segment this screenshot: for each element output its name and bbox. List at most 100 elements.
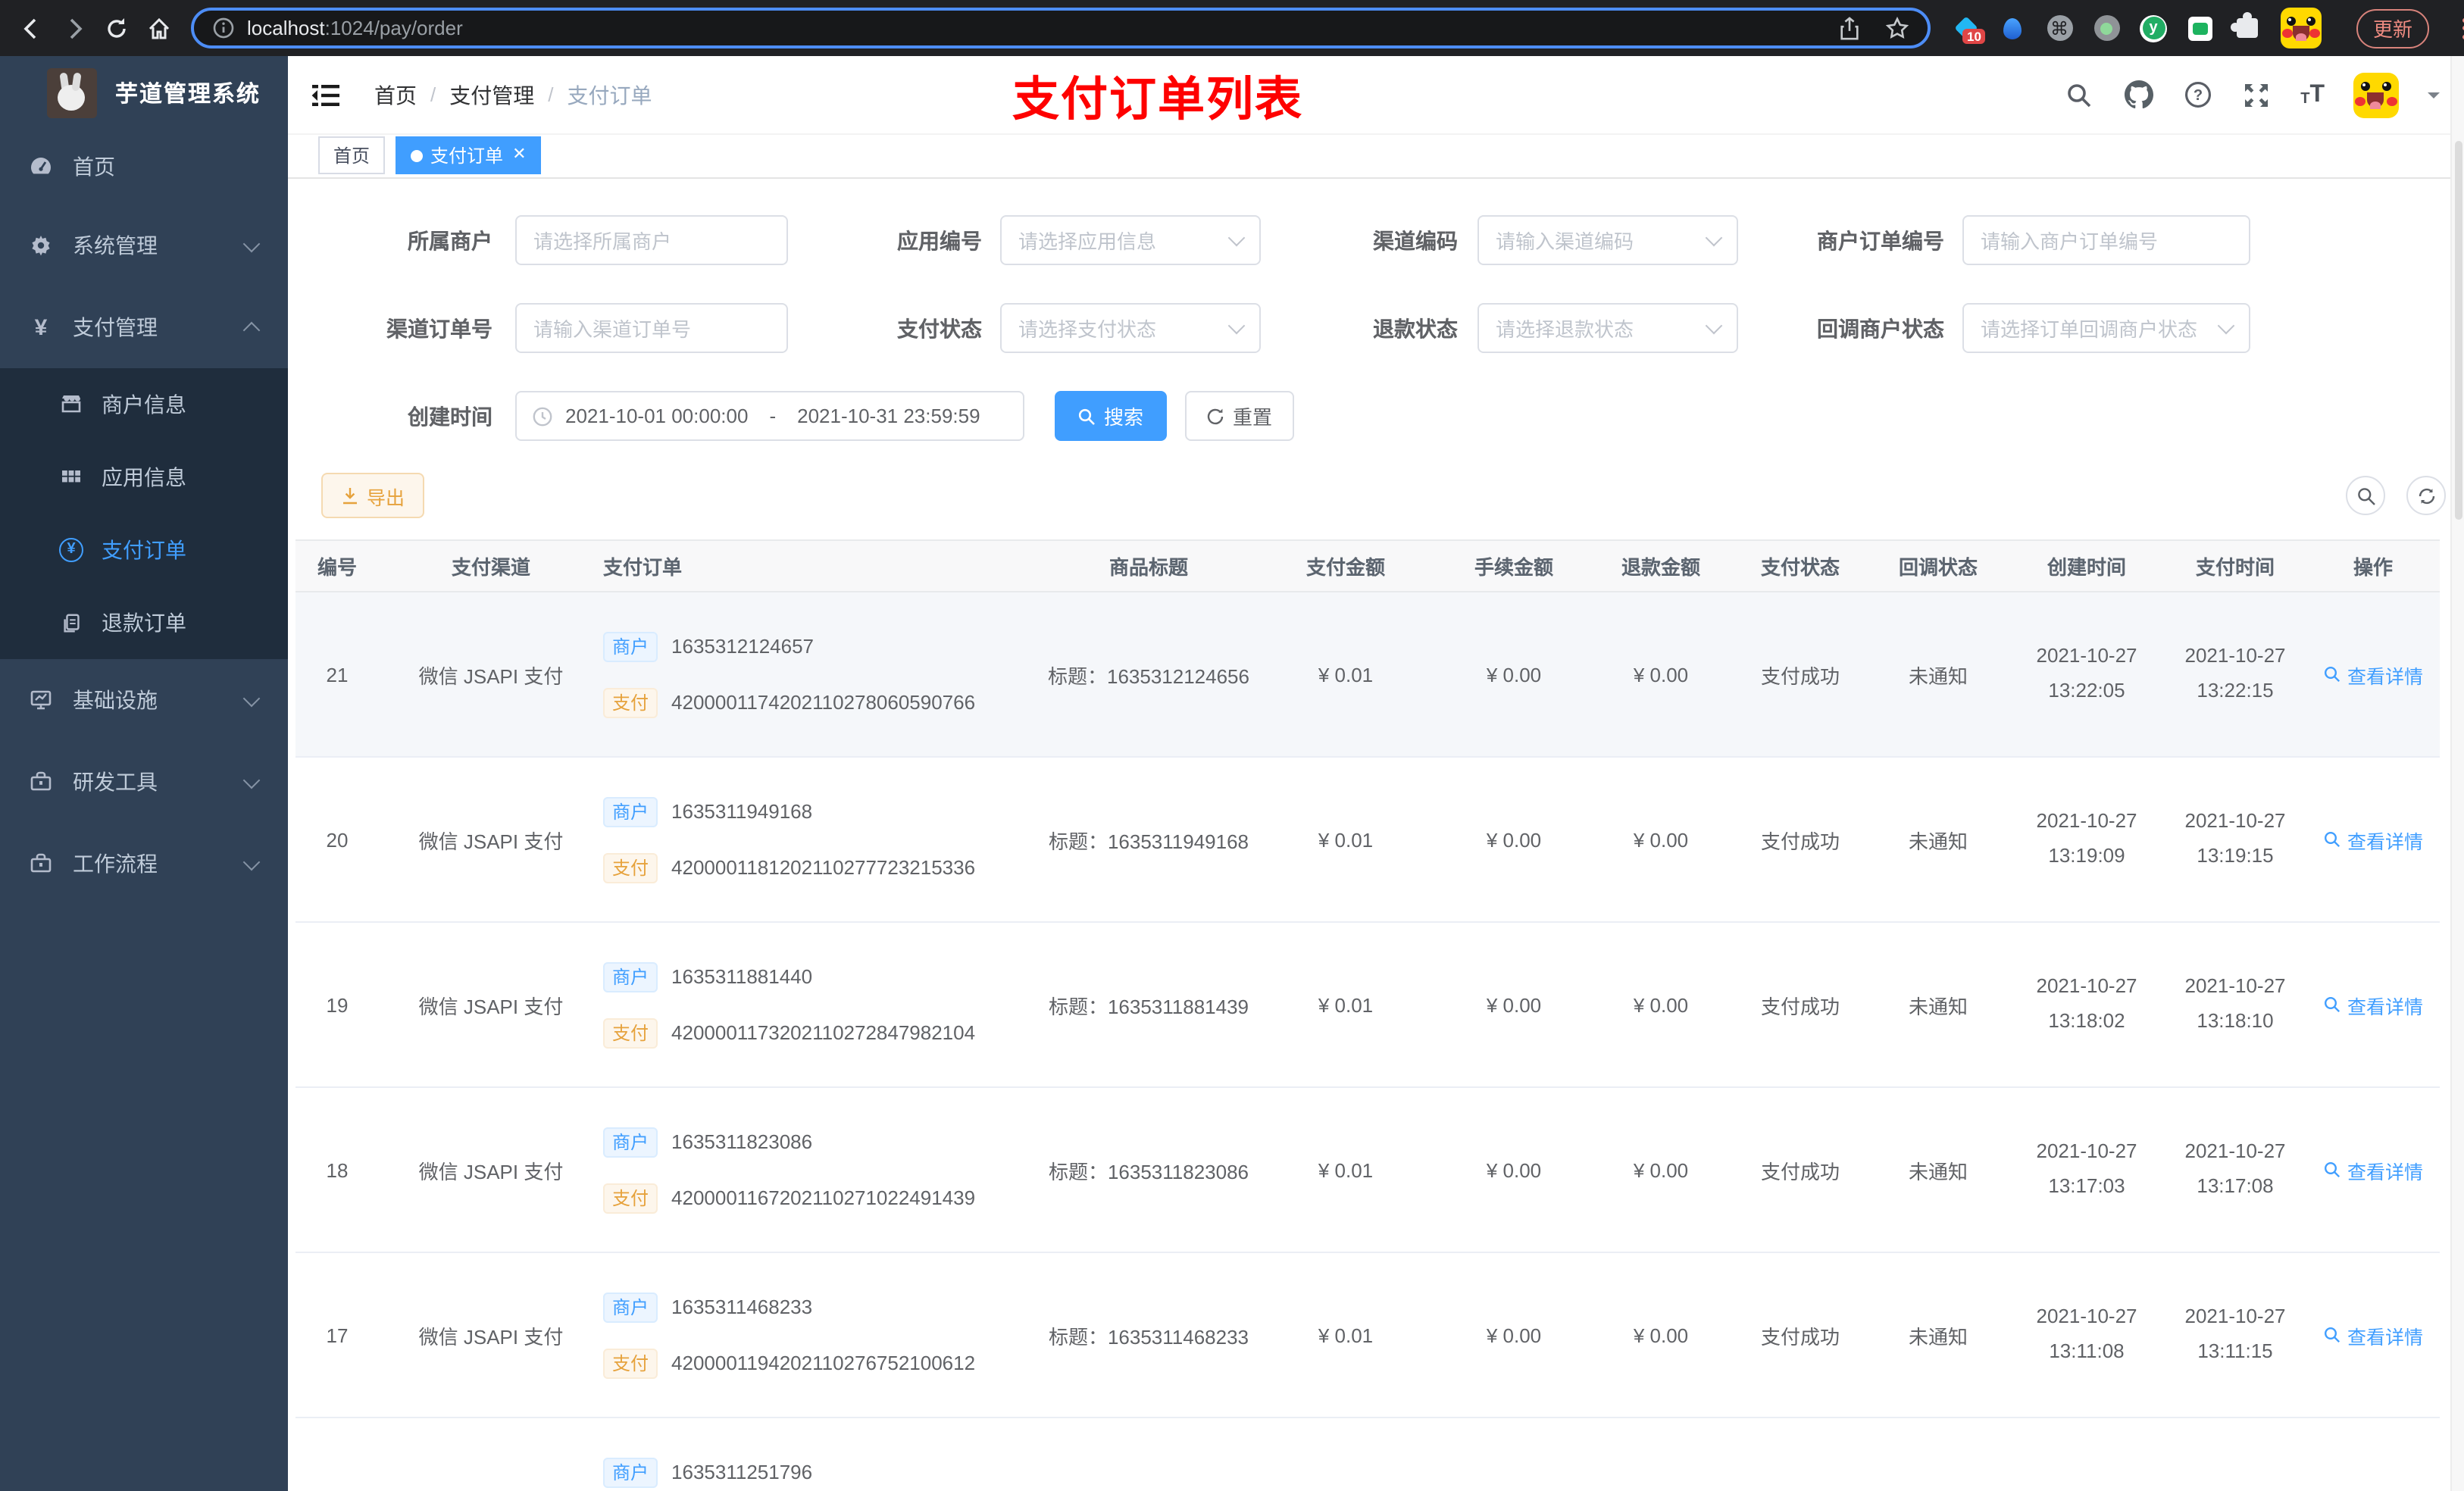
merchant-tag: 商户 [603, 631, 658, 661]
channel-pay-no: 4200001194202110276752100612 [671, 1352, 976, 1374]
sidebar-item-refund-order[interactable]: 退款订单 [0, 586, 288, 659]
app-no-select[interactable]: 请选择应用信息 [1000, 215, 1261, 265]
browser-home-button[interactable] [142, 11, 176, 45]
magnifier-icon [2324, 1327, 2340, 1343]
channel-code-select[interactable]: 请输入渠道编码 [1477, 215, 1738, 265]
browser-profile-avatar[interactable] [2281, 8, 2322, 48]
extension-y-icon[interactable]: y [2140, 14, 2167, 42]
filter-label: 商户订单编号 [1817, 228, 1944, 252]
extension-command-icon[interactable]: ⌘ [2046, 14, 2073, 42]
pay-status: 支付成功 [1760, 995, 1840, 1017]
filter-label: 应用编号 [897, 228, 982, 252]
sidebar-item-home[interactable]: 首页 [0, 129, 288, 205]
tab-home[interactable]: 首页 [318, 136, 386, 174]
sidebar-item-workflow[interactable]: 工作流程 [0, 823, 288, 905]
merchant-order-no: 1635312124657 [671, 635, 815, 658]
share-icon[interactable] [1838, 16, 1861, 40]
sidebar-item-pay-order[interactable]: ¥ 支付订单 [0, 514, 288, 586]
screenshot-stage: localhost:1024/pay/order 10 ⌘ y 更新 芋道管理系… [0, 0, 2464, 1491]
view-detail-link[interactable]: 查看详情 [2323, 990, 2423, 1019]
scrollbar-thumb[interactable] [2454, 141, 2462, 520]
chevron-down-icon [2217, 317, 2235, 335]
notify-status: 未通知 [1908, 830, 1968, 852]
tab-pay-order[interactable]: 支付订单 ✕ [396, 136, 542, 174]
sidebar-collapse-icon[interactable] [311, 81, 341, 108]
chevron-down-icon [1227, 229, 1246, 247]
sidebar-item-system[interactable]: 系统管理 [0, 205, 288, 286]
sidebar-item-app-info[interactable]: 应用信息 [0, 441, 288, 514]
merchant-tag: 商户 [603, 1127, 658, 1157]
magnifier-icon [2324, 831, 2340, 848]
extension-chat-icon[interactable] [2187, 14, 2214, 42]
sidebar-item-dev-tools[interactable]: 研发工具 [0, 741, 288, 823]
view-detail-link[interactable]: 查看详情 [2323, 660, 2423, 689]
app-logo[interactable]: 芋道管理系统 [0, 56, 288, 129]
notify-status: 未通知 [1908, 995, 1968, 1017]
page-scrollbar[interactable] [2450, 56, 2464, 1491]
channel-order-no-input[interactable]: 请输入渠道订单号 [515, 303, 788, 353]
filter-label: 回调商户状态 [1817, 316, 1944, 340]
extensions-puzzle-icon[interactable] [2231, 12, 2261, 42]
table-row: 19 微信 JSAPI 支付 商户 1635311881440 支付 42000… [295, 923, 2440, 1088]
sidebar-item-merchant-info[interactable]: 商户信息 [0, 368, 288, 441]
show-search-icon[interactable] [2346, 476, 2385, 515]
pay-tag: 支付 [603, 1183, 658, 1213]
pay-status-select[interactable]: 请选择支付状态 [1000, 303, 1261, 353]
view-detail-link[interactable]: 查看详情 [2323, 1321, 2423, 1349]
filter-row-2: 渠道订单号 请输入渠道订单号 支付状态 请选择支付状态 退款状态 请选择退款状态… [288, 303, 2250, 353]
search-icon[interactable] [2064, 80, 2094, 110]
avatar-caret-icon[interactable] [2428, 92, 2440, 104]
fullscreen-icon[interactable] [2241, 80, 2272, 110]
orders-table: 编号 支付渠道 支付订单 商品标题 支付金额 手续金额 退款金额 支付状态 回调… [295, 539, 2440, 1491]
merchant-order-no: 1635311823086 [671, 1130, 813, 1153]
browser-back-button[interactable] [15, 11, 48, 45]
channel-pay-no: 4200001174202110278060590766 [671, 691, 976, 714]
help-icon[interactable]: ? [2182, 80, 2212, 110]
sidebar-item-infrastructure[interactable]: 基础设施 [0, 659, 288, 741]
browser-forward-button[interactable] [58, 11, 91, 45]
breadcrumb-payment[interactable]: 支付管理 [449, 80, 534, 110]
bookmark-star-icon[interactable] [1885, 16, 1909, 40]
pay-tag: 支付 [603, 1348, 658, 1378]
owner-merchant-input[interactable]: 请选择所属商户 [515, 215, 788, 265]
sidebar-item-payment[interactable]: ¥ 支付管理 [0, 286, 288, 368]
chevron-down-icon [242, 771, 261, 789]
callback-status-select[interactable]: 请选择订单回调商户状态 [1962, 303, 2250, 353]
export-button[interactable]: 导出 [321, 473, 425, 518]
user-avatar[interactable] [2353, 72, 2399, 117]
app-title: 芋道管理系统 [115, 81, 261, 107]
browser-reload-button[interactable] [100, 11, 133, 45]
reset-button[interactable]: 重置 [1185, 391, 1294, 441]
view-detail-link[interactable]: 查看详情 [2323, 1155, 2423, 1184]
magnifier-icon [2324, 1161, 2340, 1178]
document-copy-icon [58, 611, 85, 634]
yen-icon: ¥ [34, 314, 48, 340]
view-detail-link[interactable]: 查看详情 [2323, 825, 2423, 854]
refresh-icon[interactable] [2406, 476, 2446, 515]
font-size-icon[interactable]: TT [2300, 82, 2325, 107]
search-button[interactable]: 搜索 [1055, 391, 1167, 441]
toolbox-icon [27, 852, 55, 876]
refund-status-select[interactable]: 请选择退款状态 [1477, 303, 1738, 353]
merchant-order-no-input[interactable]: 请输入商户订单编号 [1962, 215, 2250, 265]
grid-icon [58, 465, 85, 489]
create-time-range-input[interactable]: 2021-10-01 00:00:00 - 2021-10-31 23:59:5… [515, 391, 1024, 441]
filter-label: 支付状态 [897, 316, 982, 340]
breadcrumb-current: 支付订单 [567, 83, 652, 107]
site-info-icon[interactable] [212, 17, 235, 39]
table-body: 21 微信 JSAPI 支付 商户 1635312124657 支付 42000… [295, 592, 2440, 1491]
chevron-down-icon [242, 689, 261, 707]
clock-icon [532, 405, 553, 427]
pay-status: 支付成功 [1760, 664, 1840, 687]
github-icon[interactable] [2123, 80, 2153, 110]
extension-record-icon[interactable] [2093, 14, 2120, 42]
close-icon[interactable]: ✕ [512, 146, 526, 164]
address-bar[interactable]: localhost:1024/pay/order [191, 8, 1931, 48]
notify-status: 未通知 [1908, 664, 1968, 687]
extension-diamond-icon[interactable]: 10 [1952, 14, 1986, 44]
browser-update-button[interactable]: 更新 [2356, 8, 2430, 48]
chevron-down-icon [1705, 317, 1723, 335]
breadcrumb-home[interactable]: 首页 [374, 80, 417, 110]
extension-balloon-icon[interactable] [1999, 14, 2026, 42]
filter-label: 渠道订单号 [386, 316, 492, 340]
